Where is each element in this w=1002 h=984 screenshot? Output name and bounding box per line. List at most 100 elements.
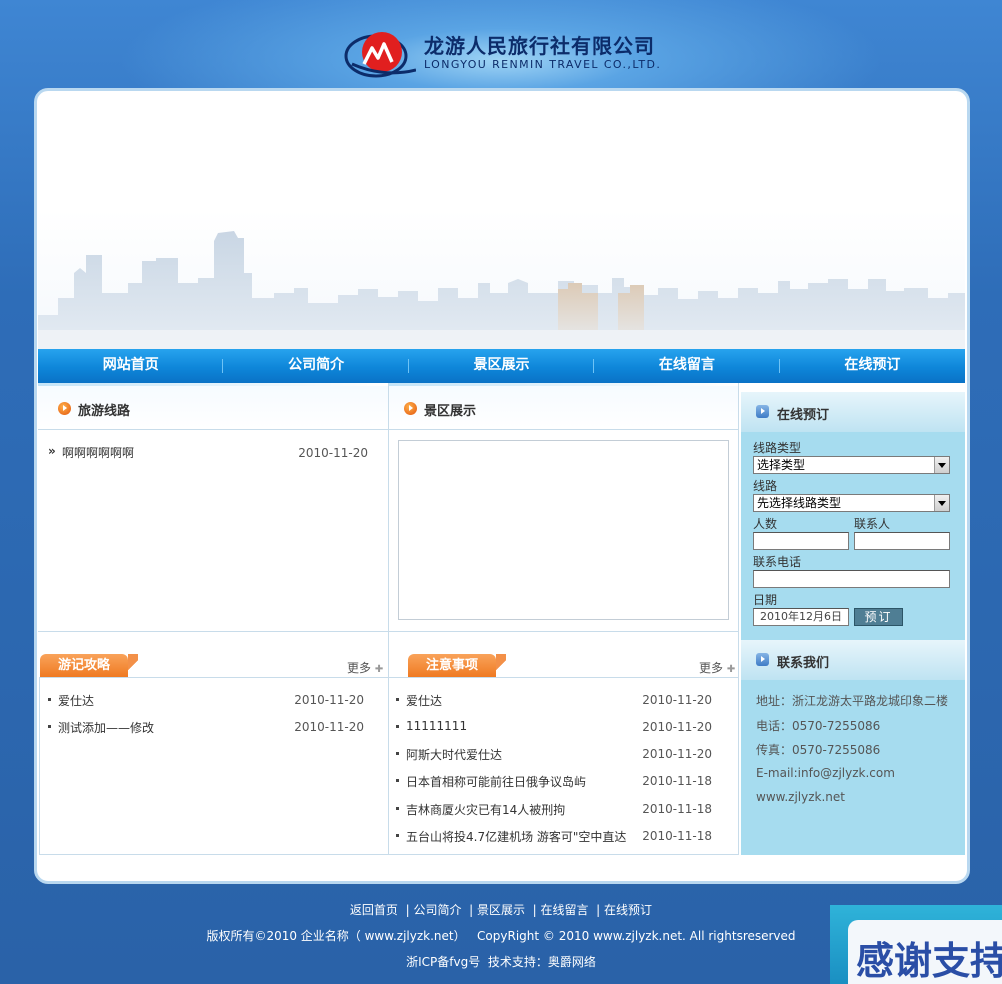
square-bullet-icon xyxy=(396,807,399,810)
footer-link-message[interactable]: 在线留言 xyxy=(541,903,589,917)
contact-address: 地址：浙江龙游太平路龙城印象二楼 xyxy=(756,694,949,708)
tab-travel-notes[interactable]: 游记攻略 xyxy=(40,654,138,677)
contact-website[interactable]: www.zjlyzk.net xyxy=(756,790,845,804)
footer-separator: | xyxy=(465,903,474,917)
route-label: 线路 xyxy=(753,479,778,493)
notices-more-link[interactable]: 更多 ✚ xyxy=(699,659,735,676)
routes-header: 旅游线路 xyxy=(38,386,388,430)
notices-title: 注意事项 xyxy=(425,658,478,673)
double-chevron-icon: » xyxy=(48,444,56,458)
footer-link-booking[interactable]: 在线预订 xyxy=(604,903,652,917)
contact-email[interactable]: E-mail:info@zjlyzk.com xyxy=(756,766,895,780)
contact-person-label: 联系人 xyxy=(854,517,891,531)
site-header: 龙游人民旅行社有限公司 LONGYOU RENMIN TRAVEL CO.,LT… xyxy=(340,22,700,82)
route-value: 先选择线路类型 xyxy=(757,496,842,510)
nav-item-label: 公司简介 xyxy=(288,357,345,373)
list-item[interactable]: 阿斯大时代爱仕达 2010-11-20 xyxy=(396,746,712,762)
square-bullet-icon xyxy=(396,752,399,755)
item-date: 2010-11-20 xyxy=(642,693,712,707)
nav-item-about[interactable]: 公司简介 xyxy=(223,349,409,383)
square-bullet-icon xyxy=(396,725,399,728)
arrow-square-icon xyxy=(756,653,769,666)
nav-item-label: 网站首页 xyxy=(102,357,159,373)
travel-notes-more-link[interactable]: 更多 ✚ xyxy=(347,659,383,676)
people-input[interactable] xyxy=(753,532,849,550)
tab-underline xyxy=(40,677,388,678)
item-title[interactable]: 11111111 xyxy=(406,719,467,733)
footer-separator: | xyxy=(592,903,601,917)
nav-item-message[interactable]: 在线留言 xyxy=(594,349,780,383)
route-title[interactable]: 啊啊啊啊啊啊 xyxy=(62,444,134,461)
footer-link-home[interactable]: 返回首页 xyxy=(350,903,398,917)
item-title[interactable]: 五台山将投4.7亿建机场 游客可"空中直达 xyxy=(406,828,626,845)
item-date: 2010-11-18 xyxy=(642,802,712,816)
column-divider xyxy=(738,383,739,855)
company-logo-icon[interactable] xyxy=(344,26,416,80)
list-item[interactable]: 日本首相称可能前往日俄争议岛屿 2010-11-18 xyxy=(396,773,712,789)
date-input[interactable]: 2010年12月6日 xyxy=(753,608,849,626)
route-type-label: 线路类型 xyxy=(753,441,802,455)
contact-person-input[interactable] xyxy=(854,532,950,550)
square-bullet-icon xyxy=(48,725,51,728)
plus-icon: ✚ xyxy=(374,664,384,675)
nav-item-scenic[interactable]: 景区展示 xyxy=(409,349,595,383)
footer-link-scenic[interactable]: 景区展示 xyxy=(477,903,525,917)
date-value: 2010年12月6日 xyxy=(760,610,842,623)
item-title[interactable]: 爱仕达 xyxy=(406,692,442,709)
list-item[interactable]: 五台山将投4.7亿建机场 游客可"空中直达 2010-11-18 xyxy=(396,828,712,844)
item-title[interactable]: 吉林商厦火灾已有14人被刑拘 xyxy=(406,801,565,818)
tab-notices[interactable]: 注意事项 xyxy=(408,654,506,677)
footer-link-about[interactable]: 公司简介 xyxy=(413,903,461,917)
phone-label: 联系电话 xyxy=(753,555,802,569)
list-item[interactable]: 爱仕达 2010-11-20 xyxy=(48,692,364,708)
contact-fax: 传真：0570-7255086 xyxy=(756,743,881,757)
promo-panel: 感谢支持 xyxy=(848,920,1002,984)
brand-name-en: LONGYOU RENMIN TRAVEL CO.,LTD. xyxy=(424,58,662,71)
booking-header: 在线预订 xyxy=(741,392,965,432)
city-skyline-image xyxy=(38,231,965,350)
contact-title: 联系我们 xyxy=(777,656,830,671)
route-type-select[interactable]: 选择类型 xyxy=(753,456,950,474)
square-bullet-icon xyxy=(48,698,51,701)
more-label: 更多 xyxy=(347,661,372,675)
promo-text: 感谢支持 xyxy=(856,939,1002,983)
item-title[interactable]: 爱仕达 xyxy=(58,692,94,709)
list-item[interactable]: 测试添加——修改 2010-11-20 xyxy=(48,719,364,735)
row-divider xyxy=(38,631,738,632)
contact-phone: 电话：0570-7255086 xyxy=(756,719,881,733)
arrow-square-icon xyxy=(756,405,769,418)
list-item[interactable]: 爱仕达 2010-11-20 xyxy=(396,692,712,708)
nav-item-booking[interactable]: 在线预订 xyxy=(780,349,965,383)
item-date: 2010-11-20 xyxy=(294,720,364,734)
travel-notes-title: 游记攻略 xyxy=(57,658,110,673)
square-bullet-icon xyxy=(396,834,399,837)
route-select[interactable]: 先选择线路类型 xyxy=(753,494,950,512)
footer-separator: | xyxy=(528,903,537,917)
nav-item-label: 在线留言 xyxy=(658,357,715,373)
item-date: 2010-11-20 xyxy=(642,720,712,734)
nav-item-label: 景区展示 xyxy=(473,357,530,373)
list-item[interactable]: 吉林商厦火灾已有14人被刑拘 2010-11-18 xyxy=(396,801,712,817)
people-label: 人数 xyxy=(753,517,778,531)
item-title[interactable]: 测试添加——修改 xyxy=(58,719,154,736)
arrow-bullet-icon xyxy=(404,402,417,415)
list-item[interactable]: » 啊啊啊啊啊啊 2010-11-20 xyxy=(48,444,368,462)
booking-title: 在线预订 xyxy=(777,408,830,423)
item-title[interactable]: 阿斯大时代爱仕达 xyxy=(406,746,502,763)
nav-item-home[interactable]: 网站首页 xyxy=(38,349,224,383)
chevron-down-icon[interactable] xyxy=(934,457,949,473)
item-title[interactable]: 日本首相称可能前往日俄争议岛屿 xyxy=(406,773,586,790)
main-nav: 网站首页 公司简介 景区展示 在线留言 在线预订 xyxy=(38,349,965,383)
scenic-image-box[interactable] xyxy=(398,440,729,620)
phone-input[interactable] xyxy=(753,570,950,588)
list-item[interactable]: 11111111 2010-11-20 xyxy=(396,719,712,735)
route-date: 2010-11-20 xyxy=(298,446,368,460)
routes-title: 旅游线路 xyxy=(78,404,131,419)
item-date: 2010-11-20 xyxy=(642,747,712,761)
thanks-promo-widget[interactable]: 感谢支持 xyxy=(830,905,1002,984)
date-label: 日期 xyxy=(753,593,778,607)
submit-booking-button[interactable]: 预订 xyxy=(854,608,903,626)
brand-name-cn: 龙游人民旅行社有限公司 xyxy=(424,34,655,58)
chevron-down-icon[interactable] xyxy=(934,495,949,511)
banner-image xyxy=(38,93,965,350)
